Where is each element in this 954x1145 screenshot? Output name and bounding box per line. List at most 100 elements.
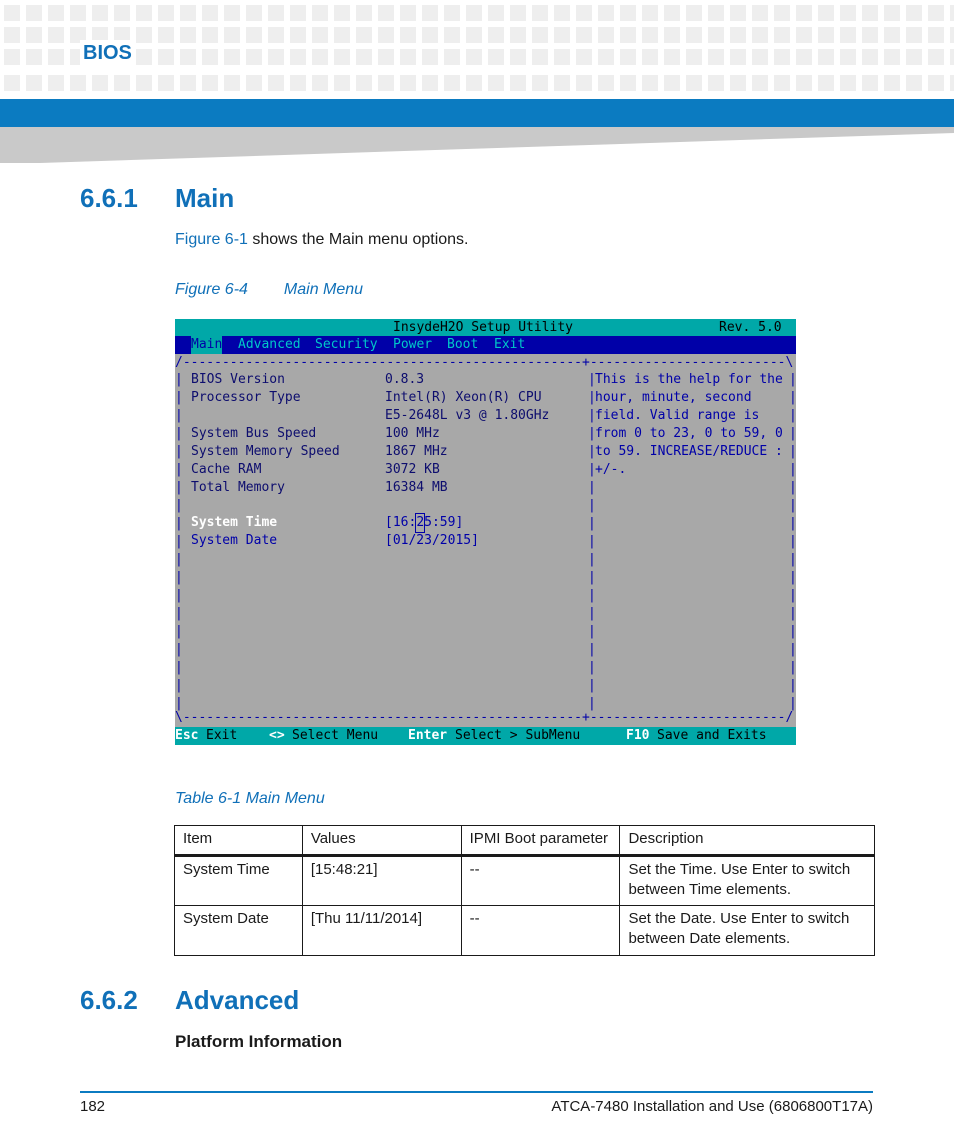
header-pattern-cell [444,27,460,43]
frame-line: | [789,462,796,477]
header-pattern-cell [158,49,174,65]
header-pattern-cell [378,75,394,91]
frame-line: | [789,534,796,549]
header-pattern-cell [576,5,592,21]
system-date-field[interactable]: [01/23/2015] [385,532,479,550]
header-pattern-cell [576,75,592,91]
figure-link[interactable]: Figure 6-1 [175,231,248,248]
header-pattern-cell [664,5,680,21]
header-pattern-cell [290,5,306,21]
header-pattern-cell [378,5,394,21]
bios-item-label: Processor Type [191,390,301,405]
header-pattern-cell [796,49,812,65]
header-pattern-cell [840,75,856,91]
header-pattern-cell [268,49,284,65]
table-cell: Set the Time. Use Enter to switch betwee… [619,855,875,906]
key-f10: F10 [626,728,650,743]
header-pattern-cell [26,5,42,21]
frame-line: | [175,552,183,567]
column-header: Item [174,825,303,857]
header-pattern-cell [158,75,174,91]
system-date-label[interactable]: System Date [191,532,277,550]
header-pattern-cell [180,5,196,21]
menu-exit[interactable]: Exit [494,336,525,354]
header-pattern-cell [554,27,570,43]
header-pattern-cell [818,49,834,65]
header-pattern-cell [906,49,922,65]
header-pattern-cell [224,75,240,91]
table-cell: -- [460,905,621,956]
menu-main[interactable]: Main [191,336,223,354]
header-pattern-cell [598,49,614,65]
section-title: Advanced [175,985,300,1015]
header-pattern-cell [664,49,680,65]
menu-advanced[interactable]: Advanced [238,336,301,354]
header-pattern-cell [488,49,504,65]
header-pattern-cell [466,5,482,21]
header-pattern-cell [488,75,504,91]
header-pattern-cell [686,5,702,21]
header-pattern-cell [136,49,152,65]
header-pattern-cell [884,27,900,43]
document-title: ATCA-7480 Installation and Use (6806800T… [551,1098,873,1115]
system-time-field[interactable]: [16:25:59] [385,513,463,533]
key-enter: Enter [408,728,448,743]
page-number: 182 [80,1098,106,1115]
table-header-row: Item Values IPMI Boot parameter Descript… [174,825,875,857]
header-pattern-cell [642,5,658,21]
header-pattern-cell [290,75,306,91]
header-pattern-cell [884,75,900,91]
header-pattern-cell [554,75,570,91]
header-pattern-cell [158,5,174,21]
menu-boot[interactable]: Boot [447,336,478,354]
column-header: Description [619,825,875,857]
help-text-line: from 0 to 23, 0 to 59, 0 [595,426,783,441]
table-row: System Time [15:48:21] -- Set the Time. … [174,855,875,906]
menu-security[interactable]: Security [315,336,378,354]
header-pattern-cell [576,49,592,65]
menu-power[interactable]: Power [393,336,432,354]
header-pattern-row [4,75,954,91]
key-esc: Esc [175,728,199,743]
header-pattern-row [4,5,954,21]
bios-item-value: 16384 MB [385,480,448,495]
header-pattern-cell [334,27,350,43]
header-pattern-cell [422,75,438,91]
time-cursor[interactable]: 2 [415,513,426,533]
frame-line: | [588,516,596,531]
frame-line: | [789,480,796,495]
header-pattern-cell [356,49,372,65]
key-arrows: <> [269,728,285,743]
header-pattern-cell [180,75,196,91]
header-pattern-cell [664,75,680,91]
header-pattern-cell [642,27,658,43]
frame-line: | [789,444,796,459]
bios-title-bar: InsydeH2O Setup Utility Rev. 5.0 [175,319,796,336]
header-pattern-cell [70,75,86,91]
header-pattern-cell [774,49,790,65]
header-pattern-cell [488,5,504,21]
header-pattern-cell [4,75,20,91]
table-cell: [15:48:21] [301,855,462,906]
frame-line: | [789,516,796,531]
header-pattern-cell [730,75,746,91]
header-pattern [0,0,954,97]
bios-item-label: System Bus Speed [191,426,317,441]
system-time-label[interactable]: System Time [191,514,277,532]
frame-line: | [789,570,796,585]
header-swoosh [0,127,954,163]
header-bar [0,99,954,127]
header-pattern-cell [774,27,790,43]
header-pattern-cell [400,49,416,65]
header-pattern-cell [48,49,64,65]
bios-item-value: E5-2648L v3 @ 1.80GHz [385,408,550,423]
header-pattern-cell [334,5,350,21]
header-pattern-cell [224,27,240,43]
frame-line: | [175,444,183,459]
section-number: 6.6.2 [80,985,138,1015]
figure-caption: Figure 6-4 Main Menu [175,280,363,300]
frame-line: | [789,642,796,657]
header-pattern-cell [312,49,328,65]
header-pattern-cell [400,5,416,21]
header-pattern-cell [928,27,944,43]
